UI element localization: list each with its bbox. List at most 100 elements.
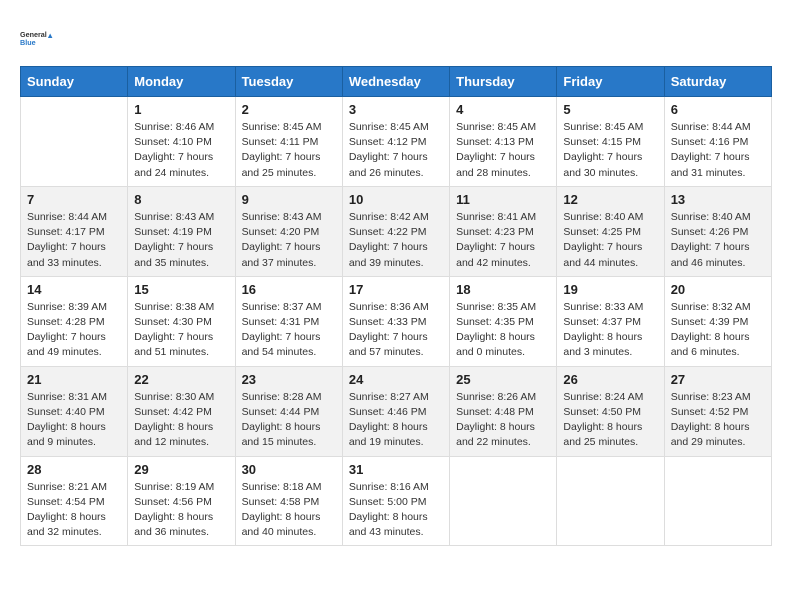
calendar-cell: 9 Sunrise: 8:43 AMSunset: 4:20 PMDaylight… — [235, 186, 342, 276]
day-number: 5 — [563, 102, 657, 117]
logo: GeneralBlue — [20, 20, 56, 56]
day-number: 9 — [242, 192, 336, 207]
calendar-cell: 14 Sunrise: 8:39 AMSunset: 4:28 PMDayligh… — [21, 276, 128, 366]
calendar-cell — [557, 456, 664, 546]
day-number: 27 — [671, 372, 765, 387]
header-day-monday: Monday — [128, 67, 235, 97]
header-day-thursday: Thursday — [450, 67, 557, 97]
day-number: 7 — [27, 192, 121, 207]
day-number: 11 — [456, 192, 550, 207]
calendar-cell: 19 Sunrise: 8:33 AMSunset: 4:37 PMDayligh… — [557, 276, 664, 366]
page-header: GeneralBlue — [20, 20, 772, 56]
calendar-cell: 12 Sunrise: 8:40 AMSunset: 4:25 PMDayligh… — [557, 186, 664, 276]
calendar-cell: 15 Sunrise: 8:38 AMSunset: 4:30 PMDayligh… — [128, 276, 235, 366]
day-number: 20 — [671, 282, 765, 297]
day-number: 12 — [563, 192, 657, 207]
day-number: 4 — [456, 102, 550, 117]
week-row-3: 14 Sunrise: 8:39 AMSunset: 4:28 PMDayligh… — [21, 276, 772, 366]
calendar-cell: 17Sunrise: 8:36 AMSunset: 4:33 PMDayligh… — [342, 276, 449, 366]
day-info: Sunrise: 8:41 AMSunset: 4:23 PMDaylight:… — [456, 210, 550, 271]
day-info: Sunrise: 8:30 AMSunset: 4:42 PMDaylight:… — [134, 390, 228, 451]
day-number: 26 — [563, 372, 657, 387]
day-info: Sunrise: 8:37 AMSunset: 4:31 PMDaylight:… — [242, 300, 336, 361]
day-info: Sunrise: 8:45 AMSunset: 4:13 PMDaylight:… — [456, 120, 550, 181]
header-day-tuesday: Tuesday — [235, 67, 342, 97]
calendar-cell: 10Sunrise: 8:42 AMSunset: 4:22 PMDayligh… — [342, 186, 449, 276]
header-day-saturday: Saturday — [664, 67, 771, 97]
calendar-cell: 28Sunrise: 8:21 AMSunset: 4:54 PMDayligh… — [21, 456, 128, 546]
day-info: Sunrise: 8:32 AMSunset: 4:39 PMDaylight:… — [671, 300, 765, 361]
day-info: Sunrise: 8:39 AMSunset: 4:28 PMDaylight:… — [27, 300, 121, 361]
calendar-cell: 4 Sunrise: 8:45 AMSunset: 4:13 PMDaylight… — [450, 97, 557, 187]
day-info: Sunrise: 8:40 AMSunset: 4:26 PMDaylight:… — [671, 210, 765, 271]
calendar-cell — [664, 456, 771, 546]
calendar-cell: 2Sunrise: 8:45 AMSunset: 4:11 PMDaylight… — [235, 97, 342, 187]
day-number: 23 — [242, 372, 336, 387]
day-info: Sunrise: 8:45 AMSunset: 4:15 PMDaylight:… — [563, 120, 657, 181]
day-number: 29 — [134, 462, 228, 477]
header-day-wednesday: Wednesday — [342, 67, 449, 97]
day-info: Sunrise: 8:44 AMSunset: 4:17 PMDaylight:… — [27, 210, 121, 271]
day-info: Sunrise: 8:24 AMSunset: 4:50 PMDaylight:… — [563, 390, 657, 451]
calendar-cell — [21, 97, 128, 187]
calendar-table: SundayMondayTuesdayWednesdayThursdayFrid… — [20, 66, 772, 546]
calendar-cell: 8 Sunrise: 8:43 AMSunset: 4:19 PMDaylight… — [128, 186, 235, 276]
calendar-cell: 22 Sunrise: 8:30 AMSunset: 4:42 PMDayligh… — [128, 366, 235, 456]
day-number: 25 — [456, 372, 550, 387]
calendar-cell: 25 Sunrise: 8:26 AMSunset: 4:48 PMDayligh… — [450, 366, 557, 456]
day-number: 13 — [671, 192, 765, 207]
day-number: 3 — [349, 102, 443, 117]
day-info: Sunrise: 8:19 AMSunset: 4:56 PMDaylight:… — [134, 480, 228, 541]
day-info: Sunrise: 8:27 AMSunset: 4:46 PMDaylight:… — [349, 390, 443, 451]
day-number: 22 — [134, 372, 228, 387]
day-number: 30 — [242, 462, 336, 477]
header-day-friday: Friday — [557, 67, 664, 97]
day-info: Sunrise: 8:16 AMSunset: 5:00 PMDaylight:… — [349, 480, 443, 541]
calendar-cell: 30Sunrise: 8:18 AMSunset: 4:58 PMDayligh… — [235, 456, 342, 546]
header-day-sunday: Sunday — [21, 67, 128, 97]
day-number: 31 — [349, 462, 443, 477]
week-row-2: 7 Sunrise: 8:44 AMSunset: 4:17 PMDaylight… — [21, 186, 772, 276]
day-info: Sunrise: 8:33 AMSunset: 4:37 PMDaylight:… — [563, 300, 657, 361]
week-row-4: 21Sunrise: 8:31 AMSunset: 4:40 PMDayligh… — [21, 366, 772, 456]
day-info: Sunrise: 8:35 AMSunset: 4:35 PMDaylight:… — [456, 300, 550, 361]
week-row-5: 28Sunrise: 8:21 AMSunset: 4:54 PMDayligh… — [21, 456, 772, 546]
day-info: Sunrise: 8:43 AMSunset: 4:20 PMDaylight:… — [242, 210, 336, 271]
day-number: 14 — [27, 282, 121, 297]
calendar-cell: 6Sunrise: 8:44 AMSunset: 4:16 PMDaylight… — [664, 97, 771, 187]
calendar-cell: 20 Sunrise: 8:32 AMSunset: 4:39 PMDayligh… — [664, 276, 771, 366]
day-info: Sunrise: 8:38 AMSunset: 4:30 PMDaylight:… — [134, 300, 228, 361]
svg-text:General: General — [20, 30, 47, 39]
calendar-cell: 29 Sunrise: 8:19 AMSunset: 4:56 PMDayligh… — [128, 456, 235, 546]
logo-icon: GeneralBlue — [20, 20, 56, 56]
day-number: 2 — [242, 102, 336, 117]
day-number: 17 — [349, 282, 443, 297]
day-number: 1 — [134, 102, 228, 117]
calendar-cell: 13 Sunrise: 8:40 AMSunset: 4:26 PMDayligh… — [664, 186, 771, 276]
calendar-cell: 7 Sunrise: 8:44 AMSunset: 4:17 PMDaylight… — [21, 186, 128, 276]
week-row-1: 1Sunrise: 8:46 AMSunset: 4:10 PMDaylight… — [21, 97, 772, 187]
header-row: SundayMondayTuesdayWednesdayThursdayFrid… — [21, 67, 772, 97]
day-info: Sunrise: 8:43 AMSunset: 4:19 PMDaylight:… — [134, 210, 228, 271]
day-info: Sunrise: 8:44 AMSunset: 4:16 PMDaylight:… — [671, 120, 765, 181]
day-number: 16 — [242, 282, 336, 297]
day-info: Sunrise: 8:28 AMSunset: 4:44 PMDaylight:… — [242, 390, 336, 451]
day-number: 18 — [456, 282, 550, 297]
calendar-cell: 23 Sunrise: 8:28 AMSunset: 4:44 PMDayligh… — [235, 366, 342, 456]
calendar-cell — [450, 456, 557, 546]
calendar-cell: 11 Sunrise: 8:41 AMSunset: 4:23 PMDayligh… — [450, 186, 557, 276]
day-number: 19 — [563, 282, 657, 297]
calendar-cell: 5 Sunrise: 8:45 AMSunset: 4:15 PMDaylight… — [557, 97, 664, 187]
day-number: 8 — [134, 192, 228, 207]
day-info: Sunrise: 8:45 AMSunset: 4:12 PMDaylight:… — [349, 120, 443, 181]
day-info: Sunrise: 8:26 AMSunset: 4:48 PMDaylight:… — [456, 390, 550, 451]
calendar-cell: 26 Sunrise: 8:24 AMSunset: 4:50 PMDayligh… — [557, 366, 664, 456]
day-info: Sunrise: 8:40 AMSunset: 4:25 PMDaylight:… — [563, 210, 657, 271]
calendar-cell: 18 Sunrise: 8:35 AMSunset: 4:35 PMDayligh… — [450, 276, 557, 366]
calendar-cell: 16 Sunrise: 8:37 AMSunset: 4:31 PMDayligh… — [235, 276, 342, 366]
day-number: 24 — [349, 372, 443, 387]
day-number: 28 — [27, 462, 121, 477]
day-number: 10 — [349, 192, 443, 207]
day-number: 15 — [134, 282, 228, 297]
svg-text:Blue: Blue — [20, 38, 36, 47]
